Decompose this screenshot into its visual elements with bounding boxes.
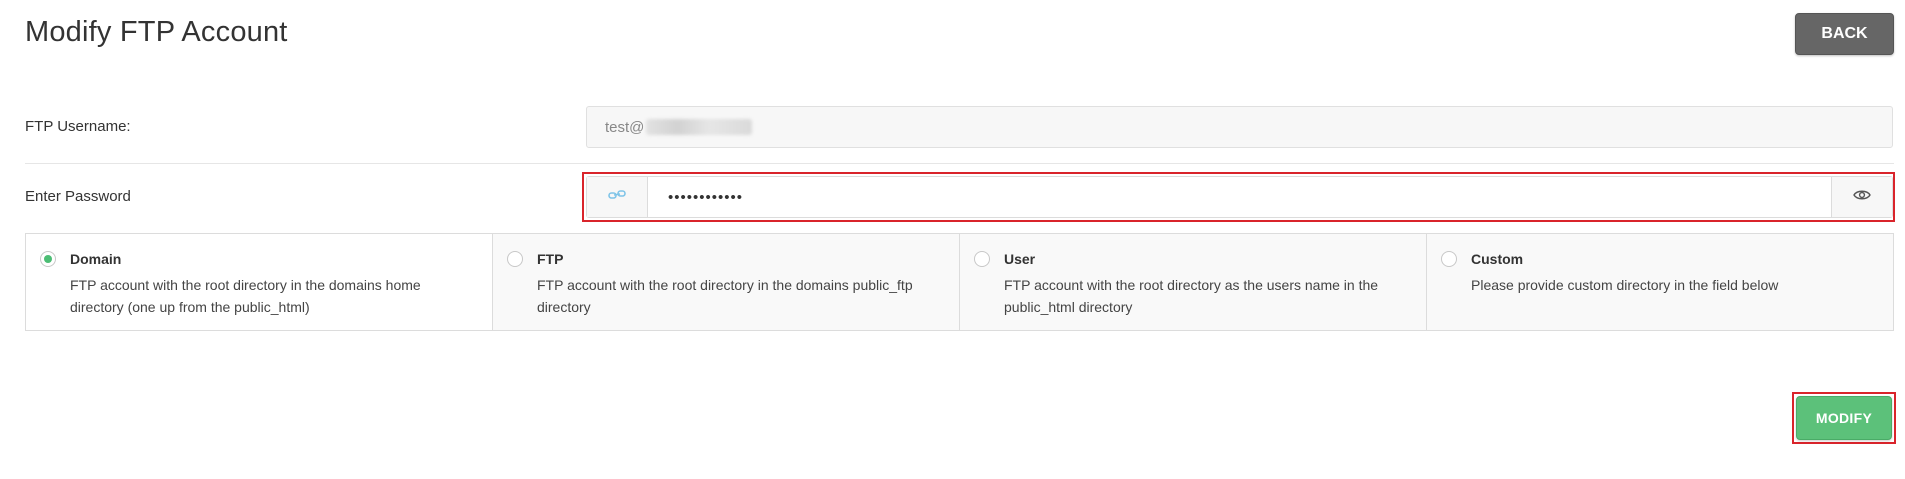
option-description: FTP account with the root directory as t… xyxy=(1004,277,1379,315)
password-input-group xyxy=(586,176,1893,218)
option-title: User xyxy=(1004,251,1036,267)
ftp-username-label: FTP Username: xyxy=(25,118,131,135)
eye-icon xyxy=(1853,188,1871,206)
back-button[interactable]: BACK xyxy=(1795,13,1894,55)
page-title: Modify FTP Account xyxy=(25,16,288,48)
directory-option-custom[interactable]: Custom Please provide custom directory i… xyxy=(1426,234,1893,330)
option-description: FTP account with the root directory in t… xyxy=(70,277,421,315)
radio-custom[interactable] xyxy=(1441,251,1457,267)
generate-password-button[interactable] xyxy=(587,177,648,217)
option-title: Domain xyxy=(70,251,122,267)
directory-option-user[interactable]: User FTP account with the root directory… xyxy=(959,234,1426,330)
radio-domain[interactable] xyxy=(40,251,56,267)
option-title: Custom xyxy=(1471,251,1524,267)
ftp-username-value: test@ xyxy=(605,118,645,136)
directory-options: Domain FTP account with the root directo… xyxy=(25,233,1894,331)
option-description: FTP account with the root directory in t… xyxy=(537,277,913,315)
radio-user[interactable] xyxy=(974,251,990,267)
modify-ftp-page: Modify FTP Account BACK FTP Username: te… xyxy=(0,0,1905,479)
link-generate-icon xyxy=(608,188,626,207)
row-divider xyxy=(25,163,1894,164)
password-label: Enter Password xyxy=(25,188,131,205)
redacted-domain xyxy=(646,119,753,135)
password-input[interactable] xyxy=(648,177,1831,217)
modify-button[interactable]: MODIFY xyxy=(1796,396,1892,440)
directory-option-domain[interactable]: Domain FTP account with the root directo… xyxy=(26,234,492,330)
option-title: FTP xyxy=(537,251,564,267)
toggle-password-visibility-button[interactable] xyxy=(1831,177,1892,217)
ftp-username-field: test@ xyxy=(586,106,1893,148)
radio-ftp[interactable] xyxy=(507,251,523,267)
option-description: Please provide custom directory in the f… xyxy=(1471,277,1779,293)
directory-option-ftp[interactable]: FTP FTP account with the root directory … xyxy=(492,234,959,330)
